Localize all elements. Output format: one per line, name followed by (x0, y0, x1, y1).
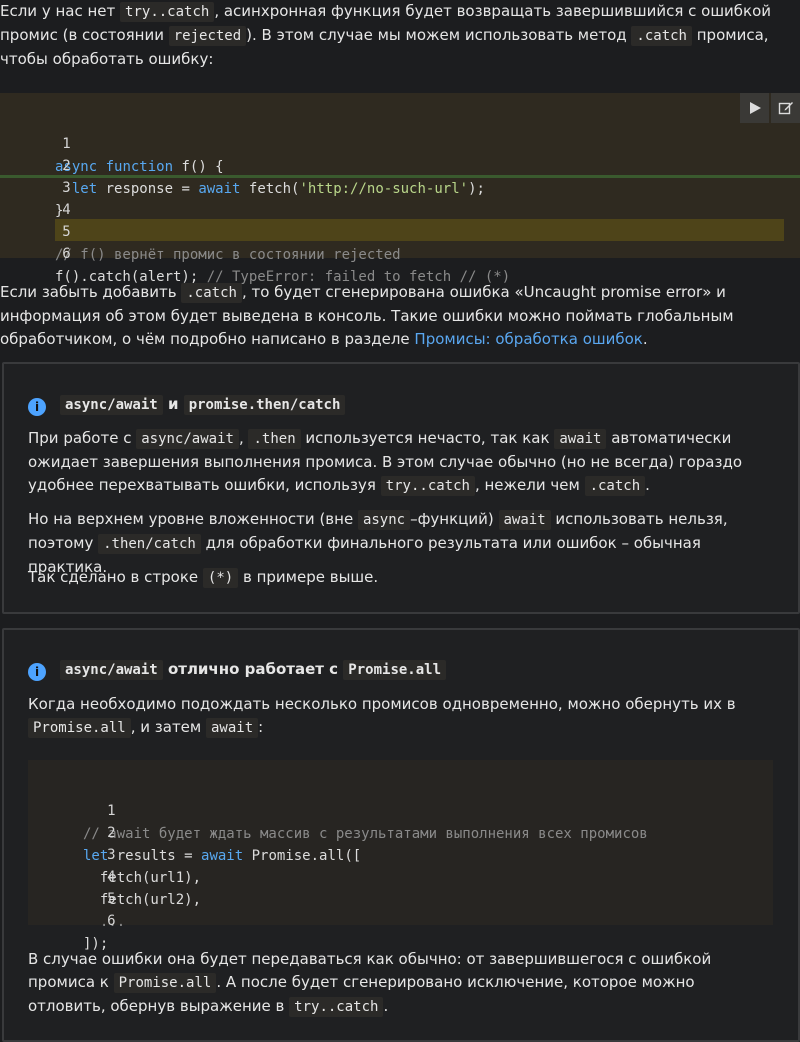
line-number: 6 (62, 246, 71, 262)
text: ). В этом случае мы можем использовать м… (246, 26, 632, 44)
note-title: i async/await отлично работает с Promise.… (28, 658, 447, 682)
inline-code: async/await (60, 660, 163, 680)
inline-code: async/await (60, 395, 163, 415)
code-line: 4 fetch(url2), (83, 869, 202, 908)
note-paragraph: В случае ошибки она будет передаваться к… (28, 950, 712, 1017)
note-paragraph: Когда необходимо подождать несколько про… (28, 695, 736, 738)
inline-code: .catch (181, 283, 242, 303)
code-line: 5 ... (83, 891, 126, 930)
text: Если у нас нет (0, 2, 121, 20)
inline-code: rejected (168, 26, 247, 46)
inline-code: promise.then/catch (183, 395, 346, 415)
inline-code: .catch (631, 26, 692, 46)
code-line: 1 // await будет ждать массив с результа… (83, 803, 648, 842)
code-line: 3 fetch(url1), (83, 847, 202, 886)
info-icon: i (28, 663, 46, 681)
note-title: i async/await и promise.then/catch (28, 393, 346, 417)
code-line: 1 async function f() { (0, 110, 800, 175)
code-block-1[interactable]: 1 async function f() { 2 let response = … (0, 93, 800, 285)
intro-paragraph: Если у нас нет try..catch, асинхронная ф… (0, 0, 800, 71)
note-paragraph: При работе с async/await, .then использу… (28, 429, 743, 496)
info-icon: i (28, 398, 46, 416)
code-line: 2 let response = await fetch('http://no-… (0, 132, 800, 197)
code-line: 2 let results = await Promise.all([ (83, 825, 362, 864)
info-note-1: i async/await и promise.then/catch При ра… (2, 362, 800, 614)
promise-error-handling-link[interactable]: Промисы: обработка ошибок (414, 330, 642, 348)
info-note-2: i async/await отлично работает с Promise.… (2, 628, 800, 1042)
note-paragraph: Так сделано в строке (*) в примере выше. (28, 568, 379, 588)
code-line: 3 } (0, 154, 800, 219)
paragraph-uncaught-error: Если забыть добавить .catch, то будет сг… (0, 283, 734, 348)
inline-code: Promise.all (343, 660, 447, 680)
code-line: 6 f().catch(alert); // TypeError: failed… (0, 220, 800, 285)
code-line: 4 (0, 176, 800, 218)
code-block-2[interactable]: 1 // await будет ждать массив с результа… (28, 760, 773, 952)
code-line: 5 // f() вернёт промис в состоянии rejec… (0, 198, 800, 263)
comment: // f() вернёт промис в состоянии rejecte… (55, 247, 401, 263)
code-line: 6 ]); (83, 913, 116, 952)
inline-code: try..catch (120, 2, 215, 22)
